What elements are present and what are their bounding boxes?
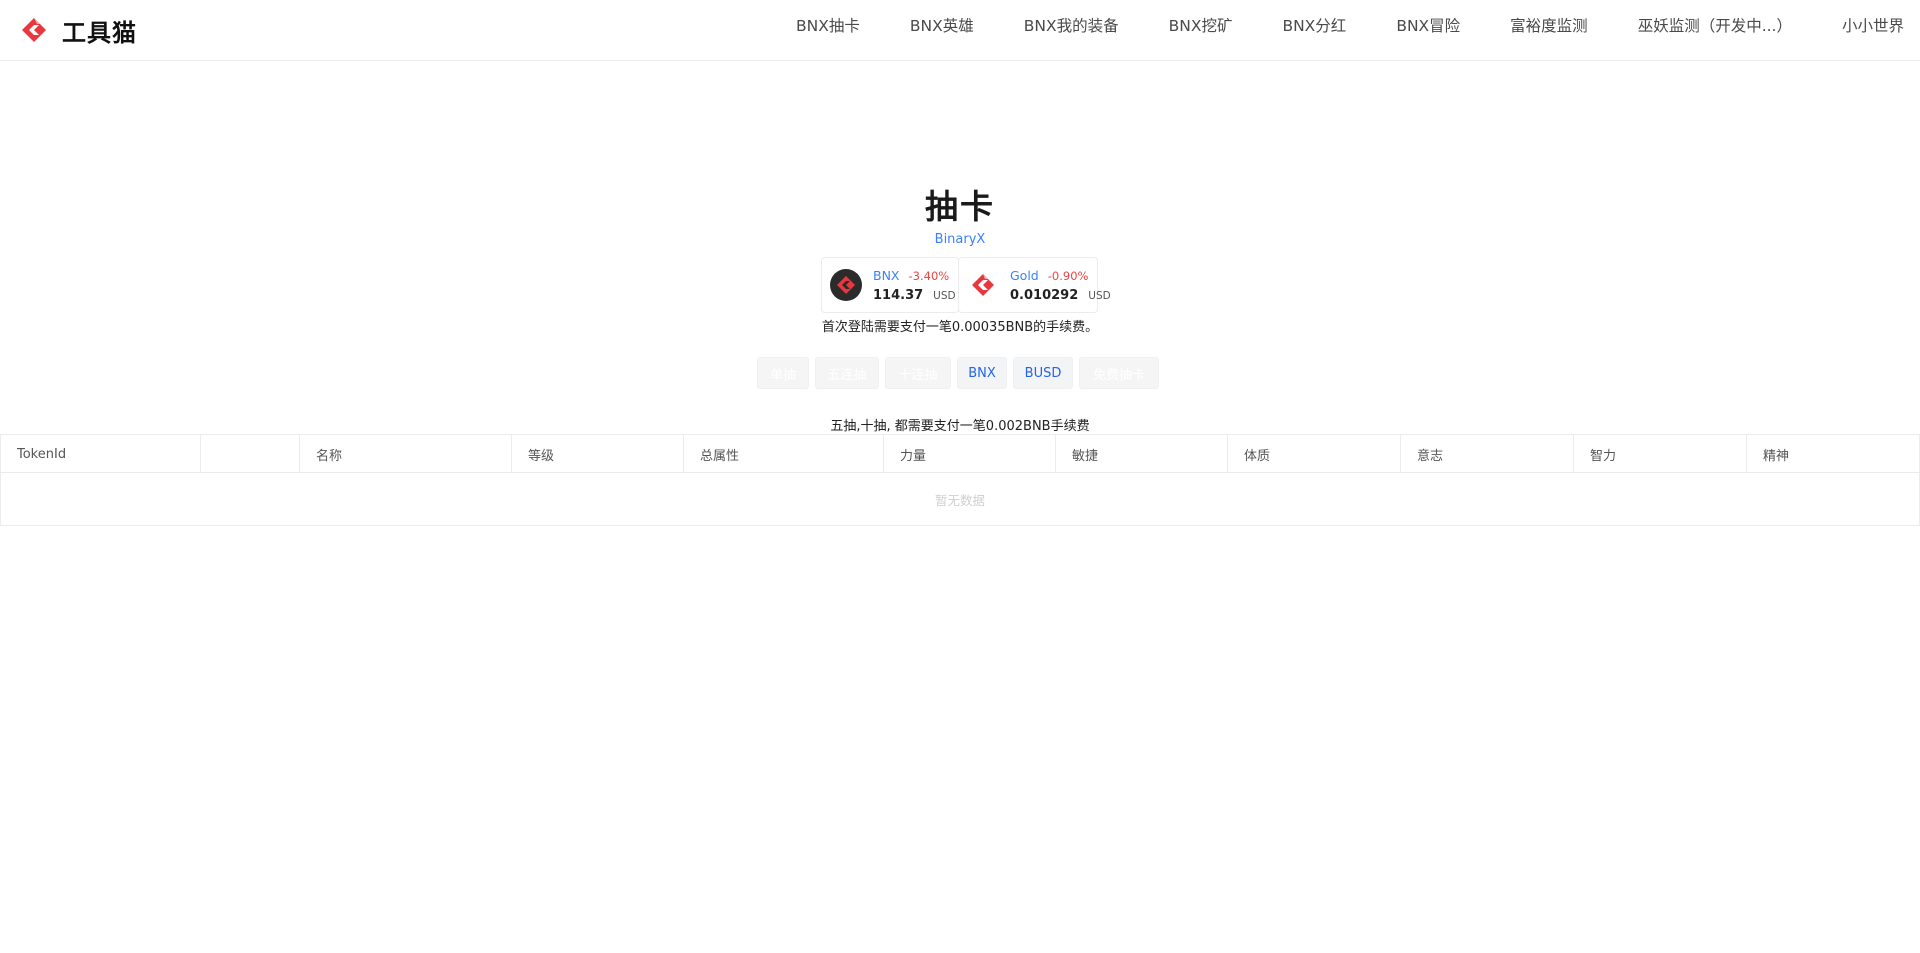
nav-item-bnx-mining[interactable]: BNX挖矿 bbox=[1169, 14, 1233, 36]
five-draw-button[interactable]: 五连抽 bbox=[815, 357, 879, 389]
coin-unit: USD bbox=[1088, 289, 1111, 302]
price-cards: BNX -3.40% 114.37 USD Gold -0.90% 0.0102… bbox=[821, 257, 1111, 313]
column-header[interactable]: 力量 bbox=[884, 435, 1056, 473]
coin-price: 114.37 bbox=[873, 287, 924, 303]
nav-item-tiny-world[interactable]: 小小世界 bbox=[1842, 14, 1904, 36]
column-header[interactable]: 名称 bbox=[300, 435, 512, 473]
draw-button-row: 单抽 五连抽 十连抽 BNX BUSD 免费抽卡 bbox=[757, 357, 1165, 389]
nav-item-bnx-adventure[interactable]: BNX冒险 bbox=[1396, 14, 1460, 36]
coin-name[interactable]: BNX bbox=[873, 268, 900, 283]
coin-change: -0.90% bbox=[1047, 268, 1089, 283]
bnx-coin-icon bbox=[830, 269, 862, 301]
column-header[interactable]: 意志 bbox=[1401, 435, 1574, 473]
nav-item-bnx-heroes[interactable]: BNX英雄 bbox=[910, 14, 974, 36]
nav-item-bnx-draw[interactable]: BNX抽卡 bbox=[796, 14, 860, 36]
coin-name[interactable]: Gold bbox=[1010, 268, 1039, 283]
site-logo[interactable]: 工具猫 bbox=[20, 14, 137, 47]
nav-item-lich-monitor[interactable]: 巫妖监测（开发中...） bbox=[1638, 14, 1792, 36]
logo-text: 工具猫 bbox=[62, 18, 137, 47]
column-header[interactable]: 精神 bbox=[1747, 435, 1919, 473]
column-header[interactable]: 总属性 bbox=[684, 435, 884, 473]
top-header: 工具猫 BNX抽卡 BNX英雄 BNX我的装备 BNX挖矿 BNX分红 BNX冒… bbox=[0, 0, 1920, 61]
column-header[interactable]: 敏捷 bbox=[1056, 435, 1228, 473]
draw-fee-note: 五抽,十抽, 都需要支付一笔0.002BNB手续费 bbox=[830, 419, 1090, 434]
table-header: TokenId 名称 等级 总属性 力量 敏捷 体质 意志 智力 精神 bbox=[1, 435, 1919, 473]
nav-item-wealth-monitor[interactable]: 富裕度监测 bbox=[1510, 14, 1588, 36]
busd-currency-button[interactable]: BUSD bbox=[1013, 357, 1073, 389]
login-fee-note: 首次登陆需要支付一笔0.00035BNB的手续费。 bbox=[821, 320, 1099, 335]
column-header bbox=[201, 435, 300, 473]
price-card-bnx: BNX -3.40% 114.37 USD bbox=[821, 257, 959, 313]
empty-state: 暂无数据 bbox=[934, 492, 985, 508]
coin-unit: USD bbox=[933, 289, 956, 302]
page-subtitle[interactable]: BinaryX bbox=[0, 232, 1920, 247]
ten-draw-button[interactable]: 十连抽 bbox=[885, 357, 951, 389]
column-header[interactable]: 等级 bbox=[512, 435, 684, 473]
price-card-gold: Gold -0.90% 0.010292 USD bbox=[958, 257, 1111, 313]
bnx-currency-button[interactable]: BNX bbox=[957, 357, 1007, 389]
gold-coin-icon bbox=[967, 269, 999, 301]
nav-item-bnx-equipment[interactable]: BNX我的装备 bbox=[1024, 14, 1119, 36]
coin-price: 0.010292 bbox=[1010, 287, 1079, 303]
cat-logo-icon bbox=[22, 18, 46, 42]
coin-change: -3.40% bbox=[908, 268, 950, 283]
single-draw-button[interactable]: 单抽 bbox=[757, 357, 809, 389]
results-table: TokenId 名称 等级 总属性 力量 敏捷 体质 意志 智力 精神 暂无数据 bbox=[0, 434, 1920, 526]
page-title: 抽卡 bbox=[925, 187, 995, 226]
main-nav: BNX抽卡 BNX英雄 BNX我的装备 BNX挖矿 BNX分红 BNX冒险 富裕… bbox=[796, 0, 1920, 49]
nav-item-bnx-dividend[interactable]: BNX分红 bbox=[1282, 14, 1346, 36]
free-draw-button[interactable]: 免费抽卡 bbox=[1079, 357, 1159, 389]
column-header[interactable]: 体质 bbox=[1228, 435, 1401, 473]
column-header[interactable]: TokenId bbox=[1, 435, 201, 473]
column-header[interactable]: 智力 bbox=[1574, 435, 1747, 473]
